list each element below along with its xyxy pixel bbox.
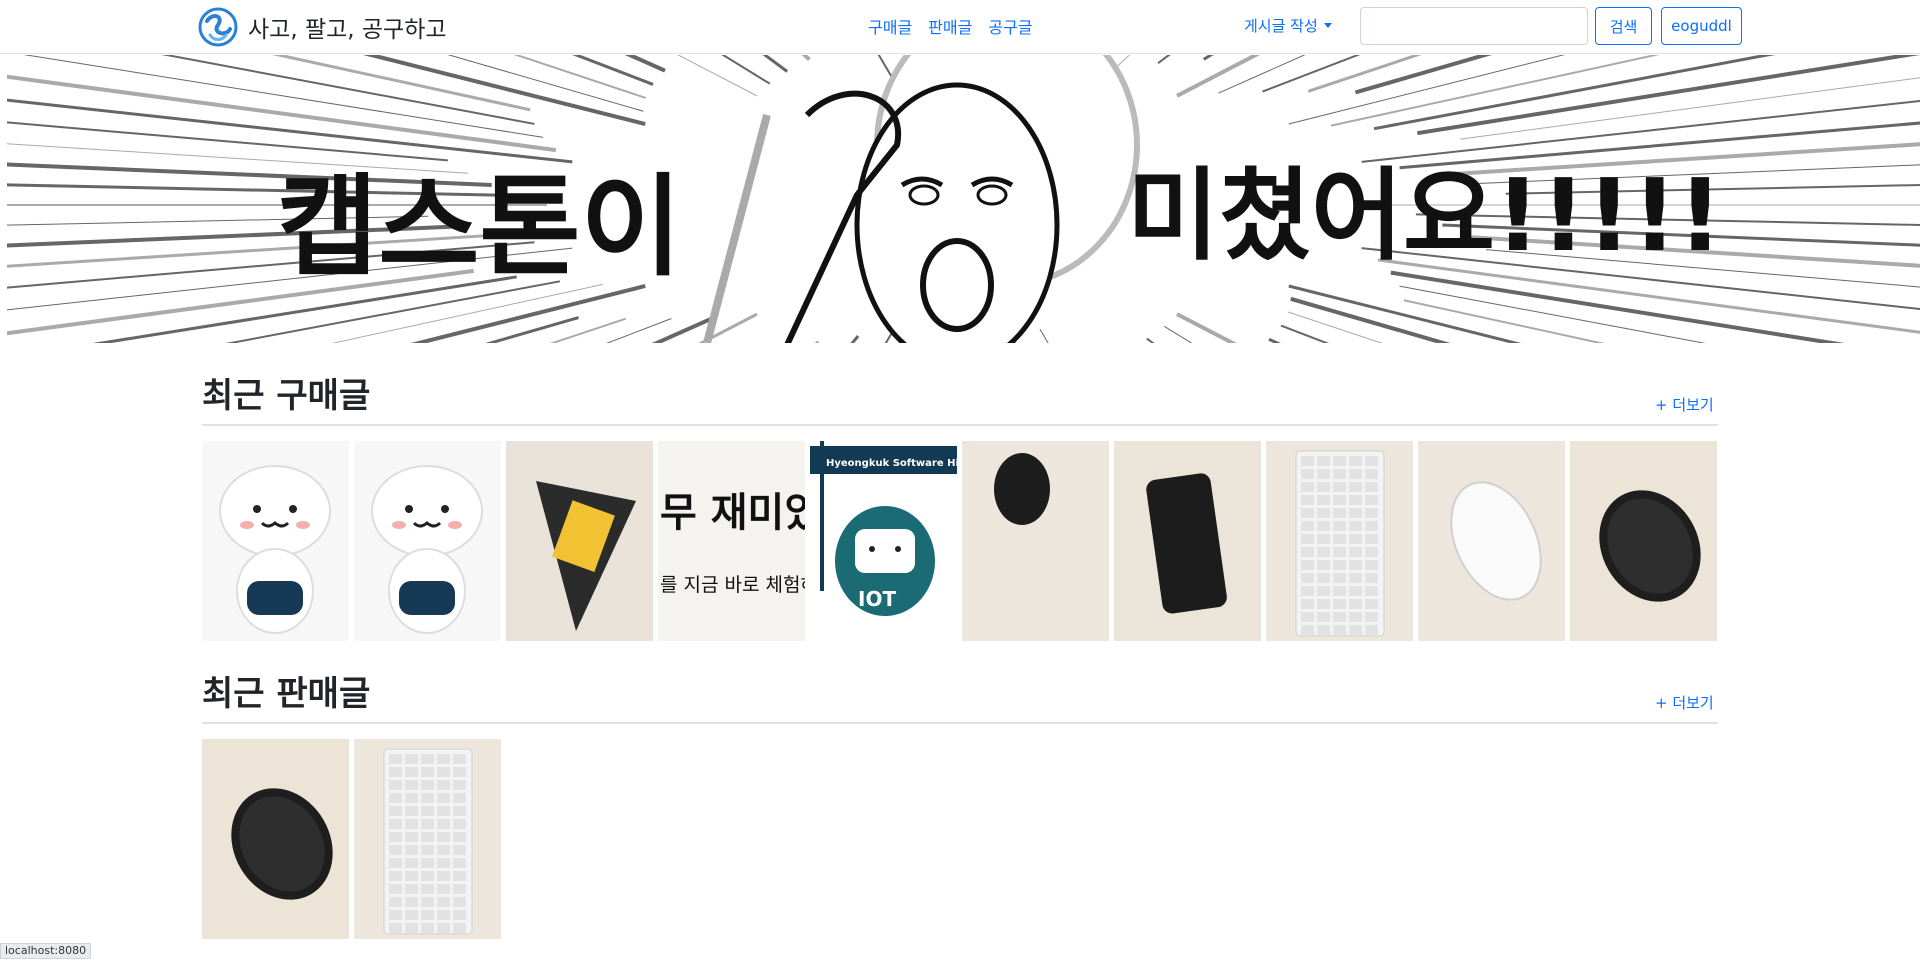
section-title-recent-buy: 최근 구매글 — [202, 376, 371, 416]
nav-link-sell[interactable]: 판매글 — [928, 14, 972, 38]
post-thumbnail[interactable] — [1266, 441, 1413, 641]
white-keyboard-image — [1266, 441, 1413, 641]
post-thumbnail[interactable] — [354, 441, 501, 641]
post-thumbnail[interactable] — [202, 441, 349, 641]
white-keyboard-image — [354, 739, 501, 939]
brand-name: 사고, 팔고, 공구하고 — [248, 17, 447, 43]
robot-mascot-image — [354, 441, 501, 641]
thumb-row-sell — [202, 739, 1718, 939]
post-thumbnail[interactable] — [962, 441, 1109, 641]
banner-text-left: 캡스톤이 — [277, 163, 682, 291]
black-mouse-angled-image — [202, 739, 349, 939]
software-poster-image: 무 재미있를 지금 바로 체험하 — [658, 441, 805, 641]
nav-link-groupbuy[interactable]: 공구글 — [988, 14, 1032, 38]
more-link-buy[interactable]: + 더보기 — [1655, 394, 1714, 415]
banner-image: 캡스톤이 미쳤어요!!!!! — [7, 55, 1920, 343]
banner-text-right: 미쳤어요!!!!! — [1127, 157, 1723, 274]
thumb-row-buy: 무 재미있를 지금 바로 체험하Hyeongkuk Software High … — [202, 441, 1718, 641]
white-magic-mouse-image — [1418, 441, 1565, 641]
iot-text: IOT — [858, 587, 896, 611]
post-thumbnail[interactable] — [1570, 441, 1717, 641]
flag-text: Hyeongkuk Software High S — [826, 458, 957, 469]
post-thumbnail[interactable] — [506, 441, 653, 641]
post-thumbnail[interactable] — [354, 739, 501, 939]
write-post-dropdown[interactable]: 게시글 작성 — [1244, 15, 1332, 36]
nav-links: 구매글 판매글 공구글 — [868, 14, 1033, 38]
more-link-sell[interactable]: + 더보기 — [1655, 692, 1714, 713]
section-title-recent-sell: 최근 판매글 — [202, 674, 371, 714]
brand[interactable]: 사고, 팔고, 공구하고 — [198, 6, 447, 48]
caret-down-icon — [1323, 23, 1332, 28]
robot-mascot-image — [202, 441, 349, 641]
write-post-label: 게시글 작성 — [1244, 17, 1318, 35]
post-thumbnail[interactable]: 무 재미있를 지금 바로 체험하 — [658, 441, 805, 641]
iot-robot-flag-image: Hyeongkuk Software High S IOT — [810, 441, 957, 641]
triangle-kimbap-image — [506, 441, 653, 641]
black-mouse-angled-image — [1570, 441, 1717, 641]
brand-logo-icon — [198, 7, 238, 47]
navbar: 사고, 팔고, 공구하고 구매글 판매글 공구글 게시글 작성 검색 eogud… — [0, 0, 1920, 54]
section-divider — [202, 722, 1718, 724]
post-thumbnail[interactable] — [1418, 441, 1565, 641]
post-thumbnail[interactable] — [1114, 441, 1261, 641]
black-mouse-image — [962, 441, 1109, 641]
smartphone-image — [1114, 441, 1261, 641]
status-url: localhost:8080 — [0, 943, 92, 959]
nav-link-buy[interactable]: 구매글 — [868, 14, 912, 38]
section-divider — [202, 424, 1718, 426]
banner: 캡스톤이 미쳤어요!!!!! — [7, 55, 1920, 343]
user-button[interactable]: eoguddl — [1661, 7, 1742, 45]
search-input[interactable] — [1360, 7, 1588, 45]
poster-text-top: 무 재미있 — [660, 490, 805, 536]
post-thumbnail[interactable] — [202, 739, 349, 939]
post-thumbnail[interactable]: Hyeongkuk Software High S IOT — [810, 441, 957, 641]
poster-text-bottom: 를 지금 바로 체험하 — [660, 574, 805, 596]
search-button[interactable]: 검색 — [1595, 7, 1652, 45]
